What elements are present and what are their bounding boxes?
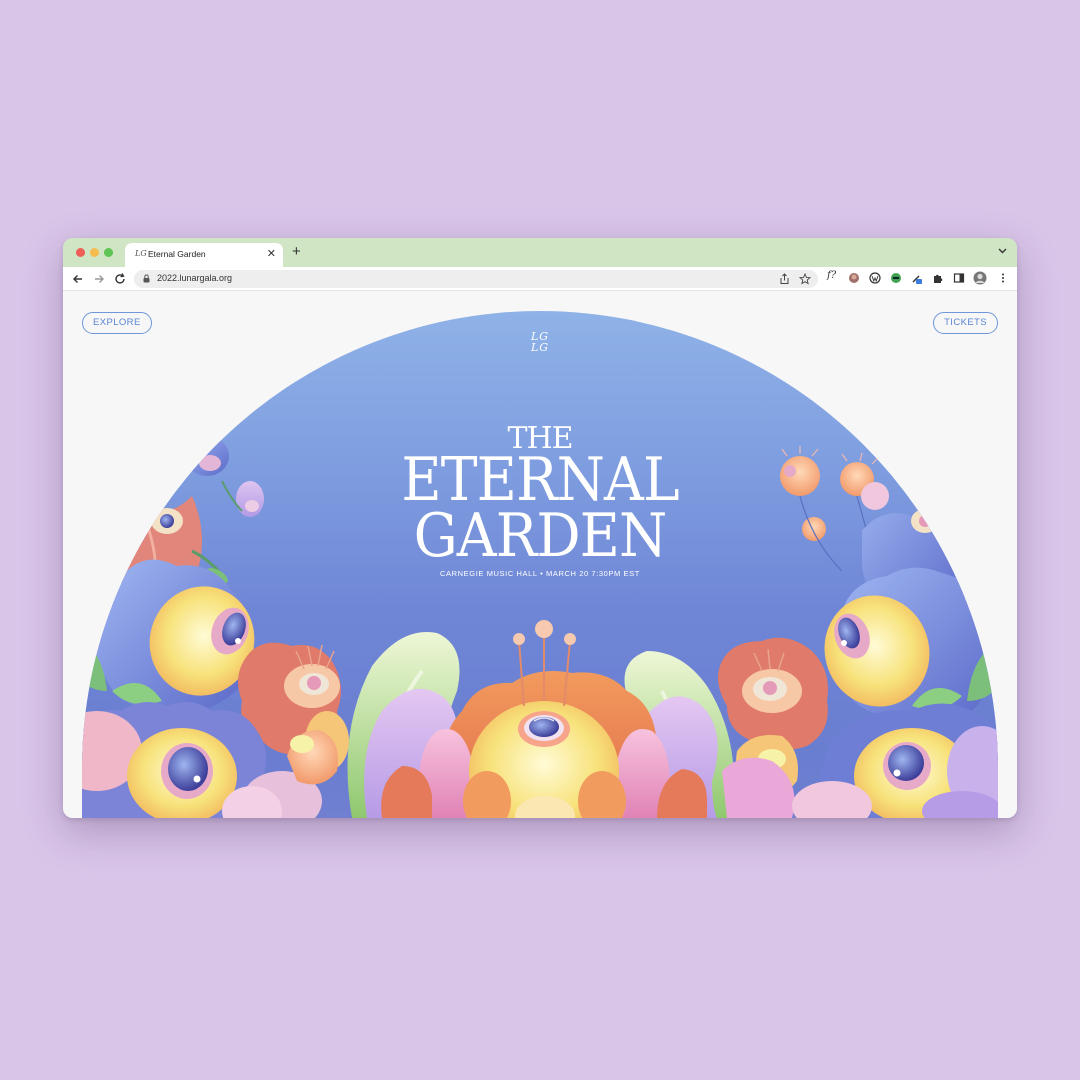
browser-window: LG Eternal Garden ✕ + 2022.lunargala.org <box>63 238 1017 818</box>
tab-eternal-garden[interactable]: LG Eternal Garden ✕ <box>125 243 283 267</box>
hero-title-garden: GARDEN <box>413 501 668 571</box>
share-icon[interactable] <box>779 273 790 285</box>
eyedropper-icon[interactable] <box>911 272 923 284</box>
zoom-window-button[interactable] <box>104 248 113 257</box>
tickets-button[interactable]: TICKETS <box>933 312 998 334</box>
page-content: LG LG THE ETERNAL GARDEN CARNEGIE MUSIC … <box>63 291 1017 818</box>
logo-line-2: LG <box>530 341 550 354</box>
favicon-icon: LG <box>135 249 147 258</box>
profile-avatar-icon[interactable] <box>973 271 987 285</box>
more-menu-icon[interactable] <box>997 272 1009 284</box>
chevron-down-icon[interactable] <box>998 247 1007 254</box>
hero-arch: LG LG THE ETERNAL GARDEN CARNEGIE MUSIC … <box>82 311 998 818</box>
close-tab-icon[interactable]: ✕ <box>267 247 276 260</box>
extensions-icon[interactable] <box>932 272 944 284</box>
back-arrow-icon[interactable] <box>71 272 85 286</box>
tab-strip: LG Eternal Garden ✕ + <box>63 238 1017 267</box>
forward-arrow-icon[interactable] <box>92 272 106 286</box>
green-extension-icon[interactable] <box>890 272 902 284</box>
lock-icon <box>143 274 150 283</box>
close-window-button[interactable] <box>76 248 85 257</box>
event-details: CARNEGIE MUSIC HALL • MARCH 20 7:30PM ES… <box>440 569 640 578</box>
lunar-gala-logo[interactable]: LG LG <box>529 331 551 353</box>
font-extension-icon[interactable]: f? <box>827 270 839 282</box>
sidebar-icon[interactable] <box>953 272 965 284</box>
tab-title: Eternal Garden <box>148 249 206 259</box>
url-text: 2022.lunargala.org <box>157 273 233 283</box>
toolbar: 2022.lunargala.org f? <box>63 267 1017 291</box>
star-icon[interactable] <box>799 273 811 285</box>
extension-avatar-icon[interactable] <box>848 272 860 284</box>
address-bar[interactable]: 2022.lunargala.org <box>134 270 818 288</box>
minimize-window-button[interactable] <box>90 248 99 257</box>
new-tab-button[interactable]: + <box>292 244 301 259</box>
wordpress-icon[interactable] <box>869 272 881 284</box>
explore-button[interactable]: EXPLORE <box>82 312 152 334</box>
reload-icon[interactable] <box>113 272 127 286</box>
